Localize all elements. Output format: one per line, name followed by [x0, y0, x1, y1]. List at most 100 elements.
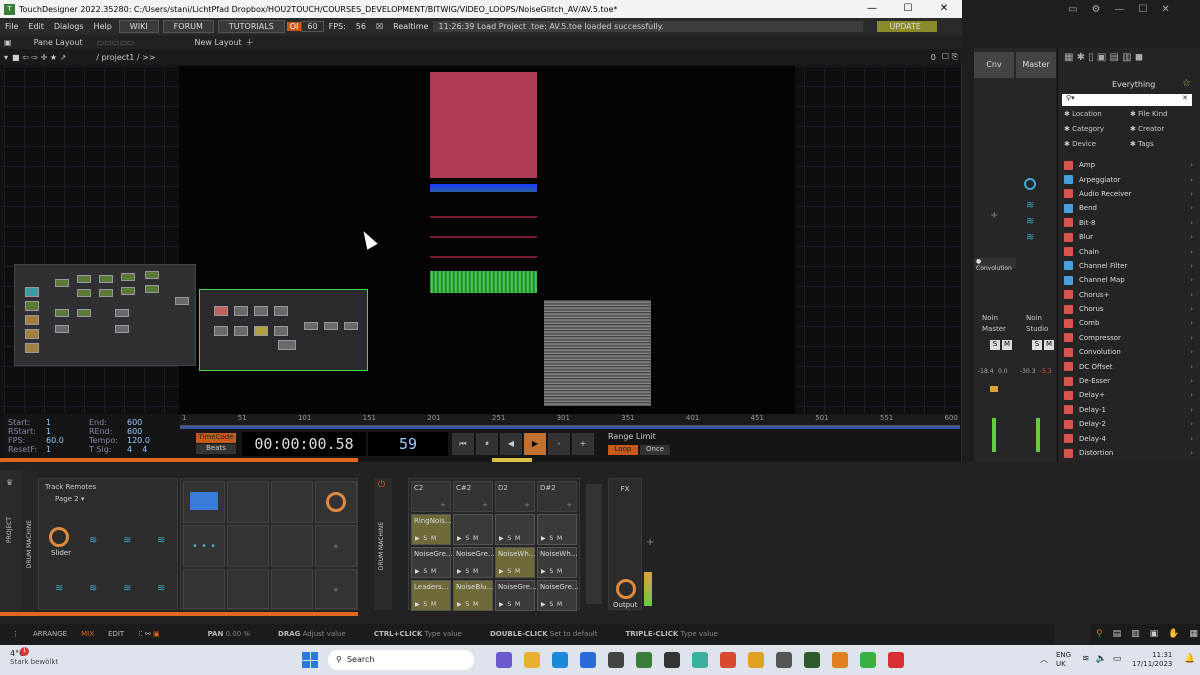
browser-item[interactable]: Amp ›	[1058, 158, 1200, 172]
browser-filter[interactable]: ✱ Tags	[1130, 140, 1196, 148]
pad-cell[interactable]: • • •	[183, 525, 225, 567]
browser-item[interactable]: Delay-2 ›	[1058, 417, 1200, 431]
app-icon[interactable]	[720, 652, 736, 668]
clip-slot[interactable]: C#2 +	[453, 481, 493, 512]
pad-cell[interactable]	[183, 481, 225, 523]
add-pad-icon[interactable]: +	[315, 569, 357, 609]
clip-slot[interactable]: C2 +	[411, 481, 451, 512]
add-track-icon[interactable]: +	[646, 537, 654, 548]
add-layout-icon[interactable]: ＋	[246, 37, 254, 48]
pane-layout-label[interactable]: Pane Layout	[34, 38, 83, 47]
red-noise-preview[interactable]	[430, 72, 537, 178]
frame-display[interactable]: 59	[368, 432, 448, 456]
page-selector[interactable]: Page 2 ▾	[39, 495, 177, 503]
pad-cell[interactable]	[315, 481, 357, 523]
app-icon[interactable]	[608, 652, 624, 668]
plus-icon[interactable]: +	[572, 433, 594, 455]
edge-icon[interactable]	[552, 652, 568, 668]
clip-slot[interactable]: D2 +	[495, 481, 535, 512]
browser-filter[interactable]: ✱ Device	[1064, 140, 1130, 148]
network-editor[interactable]	[4, 66, 960, 414]
fx-label[interactable]: FX	[609, 479, 641, 493]
chrome-icon[interactable]	[748, 652, 764, 668]
browser-item[interactable]: Blur ›	[1058, 230, 1200, 244]
output-2[interactable]: Studio	[1026, 325, 1048, 333]
clip[interactable]: NoiseWh... ▶ S M	[495, 547, 535, 578]
browser-item[interactable]: Channel Filter ›	[1058, 259, 1200, 273]
pane-window-icons[interactable]: ☐ ⎘	[942, 52, 958, 62]
cnv-channel-header[interactable]: Cnv	[974, 52, 1014, 78]
browser-item[interactable]: Chorus ›	[1058, 302, 1200, 316]
browser-tabs[interactable]: ▦ ✱ ▯ ▣ ▤ ▥ ◼	[1058, 52, 1200, 72]
browser-item[interactable]: Bend ›	[1058, 201, 1200, 215]
input-1[interactable]: Noin	[982, 314, 998, 322]
pen-icon[interactable]	[664, 652, 680, 668]
app-icon[interactable]	[860, 652, 876, 668]
new-layout-label[interactable]: New Layout	[194, 38, 241, 47]
browser-item[interactable]: Comb ›	[1058, 316, 1200, 330]
timecode-display[interactable]: 00:00:00.58	[242, 432, 366, 456]
menu-dialogs[interactable]: Dialogs	[49, 22, 89, 31]
file-icon[interactable]: ▤	[1113, 629, 1122, 639]
network-container-selected[interactable]	[199, 289, 368, 371]
minus-icon[interactable]: -	[548, 433, 570, 455]
browser-item[interactable]: Convolution ›	[1058, 345, 1200, 359]
clip-slot[interactable]: D#2 +	[537, 481, 577, 512]
step-back-icon[interactable]: ◀	[500, 433, 522, 455]
wiki-button[interactable]: WIKI	[118, 20, 159, 33]
minimize-bw-button[interactable]: —	[1114, 4, 1124, 15]
close-button[interactable]: ✕	[926, 0, 962, 18]
keyboard-icon[interactable]: ♛	[0, 470, 22, 495]
loop-toggle[interactable]: Loop	[608, 445, 638, 455]
panel-icon[interactable]: ▥	[1131, 629, 1140, 639]
rewind-icon[interactable]: ⏮	[452, 433, 474, 455]
browser-item[interactable]: Delay-4 ›	[1058, 431, 1200, 445]
clip[interactable]: NoiseGre... ▶ S M	[453, 547, 495, 578]
timeline-values-a[interactable]: 1 1 60.0 1	[46, 418, 76, 454]
pause-icon[interactable]: ⏸	[476, 433, 498, 455]
browser-filter[interactable]: ✱ File Kind	[1130, 110, 1196, 118]
play-icon[interactable]: ▶	[524, 433, 546, 455]
output-1[interactable]: Master	[982, 325, 1006, 333]
app-icon[interactable]	[692, 652, 708, 668]
studio-icon[interactable]: ▣	[1150, 629, 1159, 639]
browser-filter[interactable]: ✱ Creator	[1130, 125, 1196, 133]
fps-cap[interactable]: 60	[301, 21, 324, 32]
edit-tab[interactable]: EDIT	[108, 630, 124, 638]
clip[interactable]: NoiseBlu... ▶ S M	[453, 580, 493, 611]
wifi-tray-icon[interactable]: ≋	[1082, 654, 1090, 664]
grid-icon[interactable]: ▦	[1189, 629, 1198, 639]
battery-icon[interactable]: ▭	[1113, 654, 1122, 664]
tray-chevron-icon[interactable]: ︿	[1040, 654, 1048, 665]
beats-toggle[interactable]: Beats	[196, 444, 236, 454]
input-2[interactable]: Noin	[1026, 314, 1042, 322]
mute-button-1[interactable]: M	[1002, 340, 1012, 350]
solo-button-1[interactable]: S	[990, 340, 1000, 350]
browser-item[interactable]: Bit-8 ›	[1058, 216, 1200, 230]
volume-icon[interactable]: 🔈	[1096, 654, 1107, 664]
dropdown-icon[interactable]: ▾	[4, 53, 8, 62]
browser-item[interactable]: Chorus+ ›	[1058, 288, 1200, 302]
oi-button[interactable]: OI	[286, 22, 302, 31]
timeline-ruler[interactable]: 1 51 101 151 201 251 301 351 401 451 501 551 600	[180, 414, 960, 426]
clip[interactable]: NoiseGre... ▶ S M	[495, 580, 537, 611]
pad-cell[interactable]	[227, 481, 269, 523]
hand-icon[interactable]: ✋	[1168, 629, 1179, 639]
update-button[interactable]: UPDATE	[877, 21, 938, 32]
windows-start-icon[interactable]	[302, 652, 318, 668]
close-bw-button[interactable]: ✕	[1161, 4, 1169, 15]
browser-filter[interactable]: ✱ Location	[1064, 110, 1130, 118]
bitwig-icon[interactable]	[832, 652, 848, 668]
pane-icon[interactable]: ▣	[4, 38, 12, 47]
touchdesigner-icon[interactable]	[804, 652, 820, 668]
browser-item[interactable]: Chain ›	[1058, 244, 1200, 258]
browser-filter[interactable]: ✱ Category	[1064, 125, 1130, 133]
browser-item[interactable]: Audio Receiver ›	[1058, 187, 1200, 201]
clip[interactable]: NoiseGre... ▶ S M	[537, 580, 579, 611]
realtime-checkbox[interactable]: ☒	[371, 22, 388, 31]
menu-icon[interactable]: ⋮	[12, 630, 19, 638]
add-device-icon[interactable]: +	[990, 210, 998, 221]
pad-cell[interactable]	[227, 525, 269, 567]
browser-item[interactable]: Compressor ›	[1058, 331, 1200, 345]
pad-cell[interactable]	[271, 569, 313, 609]
